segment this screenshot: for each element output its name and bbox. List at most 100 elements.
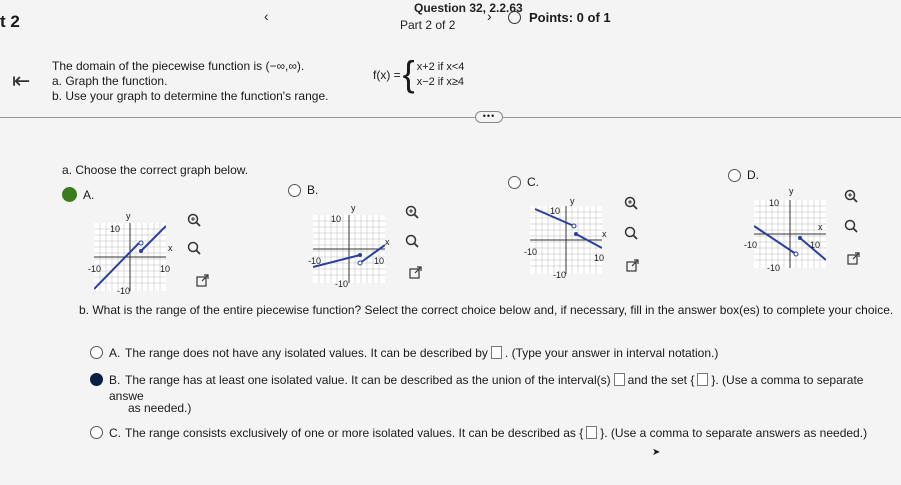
graph-c-tick: 10	[550, 206, 561, 216]
popout-icon[interactable]	[192, 270, 212, 290]
graph-d[interactable]	[754, 200, 826, 268]
divider	[0, 117, 901, 118]
option-b-label: B.	[307, 183, 319, 197]
answer-b-label: B.	[109, 373, 121, 387]
answer-option-c[interactable]: C. The range consists exclusively of one …	[90, 425, 867, 441]
option-b-radio[interactable]	[288, 183, 301, 197]
closed-point	[574, 232, 578, 236]
graph-c-tick-bottom: -10	[553, 270, 567, 280]
option-d-radio[interactable]	[728, 168, 741, 182]
answer-option-b[interactable]: B. The range has at least one isolated va…	[90, 372, 901, 404]
zoom-out-icon[interactable]	[184, 238, 204, 258]
points-circle-icon	[508, 11, 521, 24]
zoom-in-icon[interactable]	[402, 202, 422, 222]
part-a-prompt: a. Choose the correct graph below.	[62, 163, 249, 177]
option-a[interactable]: A.	[62, 187, 94, 202]
problem-text: The domain of the piecewise function is …	[52, 59, 328, 104]
graph-d-y-label: y	[789, 186, 794, 196]
zoom-out-icon[interactable]	[841, 216, 861, 236]
graph-a-tick-neg: -10	[88, 264, 102, 274]
graph-c-tick-neg: -10	[524, 247, 538, 257]
graph-c[interactable]	[530, 206, 602, 274]
answer-b-text-4: as needed.)	[128, 401, 192, 415]
open-point	[571, 223, 577, 229]
closed-point	[358, 253, 362, 257]
case-1: x+2 if x<4	[416, 61, 465, 73]
problem-line-2: a. Graph the function.	[52, 74, 168, 88]
problem-line-3: b. Use your graph to determine the funct…	[52, 89, 329, 103]
function-name: f(x) =	[373, 68, 401, 82]
zoom-in-icon[interactable]	[621, 193, 641, 213]
zoom-in-icon[interactable]	[841, 186, 861, 206]
check-icon	[62, 187, 77, 202]
graph-b-tick-right: 10	[374, 256, 385, 266]
piecewise-function: f(x) = { x+2 if x<4 x−2 if x≥4	[373, 52, 465, 94]
answer-b-radio[interactable]	[90, 373, 103, 386]
graph-c-x-label: x	[602, 229, 607, 239]
option-c[interactable]: C.	[508, 175, 539, 189]
answer-b-interval-input[interactable]	[613, 373, 625, 386]
graph-d-tick-bottom: -10	[767, 263, 781, 273]
option-c-radio[interactable]	[508, 175, 521, 189]
graph-d-tick: 10	[769, 198, 780, 208]
option-c-label: C.	[527, 175, 539, 189]
answer-a-text-1: The range does not have any isolated val…	[125, 346, 488, 360]
closed-point	[798, 236, 802, 240]
graph-a-tick-right: 10	[160, 264, 171, 274]
answer-option-a[interactable]: A. The range does not have any isolated v…	[90, 345, 718, 361]
option-d-label: D.	[747, 168, 759, 182]
points-display: Points: 0 of 1	[508, 10, 611, 25]
case-2: x−2 if x≥4	[416, 76, 465, 88]
graph-c-tick-right: 10	[594, 253, 605, 263]
points-text: Points: 0 of 1	[529, 10, 611, 25]
answer-a-text-2: . (Type your answer in interval notation…	[504, 346, 719, 360]
part-b-prompt: b. What is the range of the entire piece…	[79, 303, 894, 317]
part-indicator: t 2	[0, 12, 20, 31]
expand-button[interactable]: •••	[475, 111, 503, 123]
zoom-out-icon[interactable]	[621, 223, 641, 243]
graph-a-tick-bottom: -10	[117, 286, 131, 296]
option-d[interactable]: D.	[728, 168, 759, 182]
answer-a-input[interactable]	[490, 346, 502, 359]
graph-a[interactable]	[94, 223, 166, 291]
answer-b-text-1: The range has at least one isolated valu…	[125, 373, 611, 387]
graph-b-y-label: y	[351, 203, 356, 213]
open-point	[793, 251, 799, 257]
brace: {	[402, 52, 415, 94]
graph-b-tick-bottom: -10	[335, 279, 349, 289]
answer-c-radio[interactable]	[90, 426, 103, 439]
next-question-button[interactable]: ›	[487, 8, 492, 24]
prev-question-button[interactable]: ‹	[264, 8, 269, 24]
popout-icon[interactable]	[843, 248, 863, 268]
question-number: Question 32, 2.2.63	[414, 1, 523, 15]
open-point	[357, 260, 363, 266]
option-b[interactable]: B.	[288, 183, 318, 197]
graph-b-x-label: x	[385, 237, 390, 247]
zoom-out-icon[interactable]	[402, 231, 422, 251]
answer-a-radio[interactable]	[90, 346, 103, 359]
graph-a-tick: 10	[110, 224, 121, 234]
graph-a-x-label: x	[168, 243, 173, 253]
closed-point	[139, 249, 143, 253]
graph-d-tick-right: 10	[810, 240, 821, 250]
zoom-in-icon[interactable]	[184, 210, 204, 230]
graph-b-tick: 10	[331, 214, 342, 224]
part-label: Part 2 of 2	[400, 18, 456, 32]
option-a-label: A.	[83, 187, 95, 202]
answer-c-text-1: The range consists exclusively of one or…	[125, 426, 576, 440]
answer-b-set-input[interactable]	[697, 373, 709, 386]
answer-c-label: C.	[109, 426, 121, 440]
popout-icon[interactable]	[622, 255, 642, 275]
graph-b[interactable]	[313, 215, 385, 283]
graph-d-tick-neg: -10	[744, 240, 758, 250]
graph-c-y-label: y	[570, 196, 575, 206]
answer-b-text-2: and the set	[627, 373, 688, 387]
open-point	[138, 240, 144, 246]
answer-a-label: A.	[109, 346, 121, 360]
answer-c-input[interactable]	[586, 426, 598, 439]
popout-icon[interactable]	[405, 262, 425, 282]
graph-a-y-label: y	[126, 211, 131, 221]
answer-c-text-2: . (Use a comma to separate answers as ne…	[604, 426, 868, 440]
back-arrow-icon[interactable]: ⇤	[12, 68, 30, 94]
problem-line-1: The domain of the piecewise function is …	[52, 59, 305, 73]
